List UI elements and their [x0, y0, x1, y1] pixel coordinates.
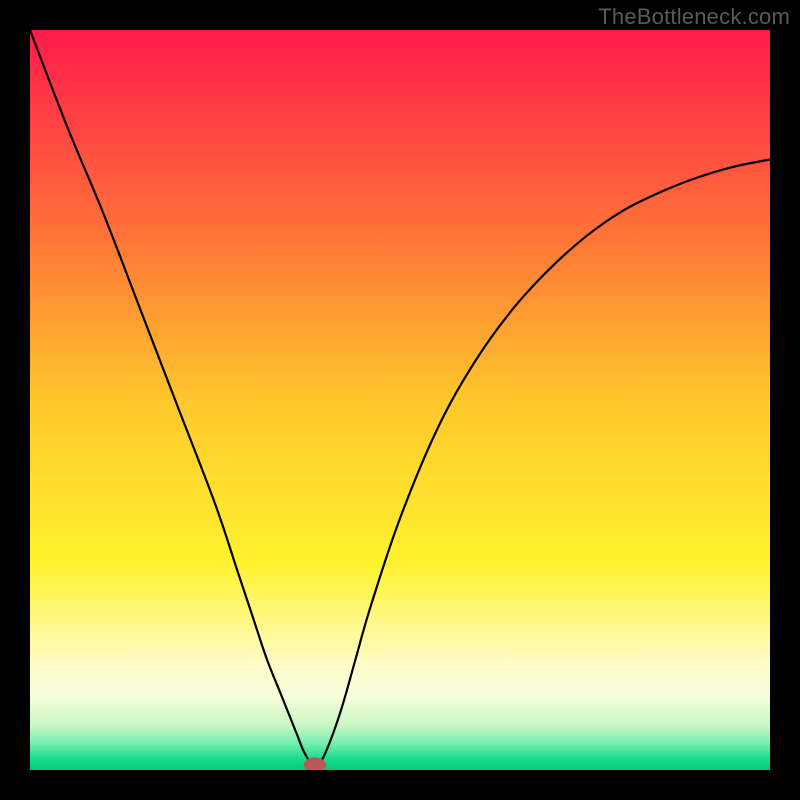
plot-area — [30, 30, 770, 770]
plot-svg — [30, 30, 770, 770]
watermark-text: TheBottleneck.com — [598, 4, 790, 30]
gradient-background — [30, 30, 770, 770]
chart-frame: TheBottleneck.com — [0, 0, 800, 800]
